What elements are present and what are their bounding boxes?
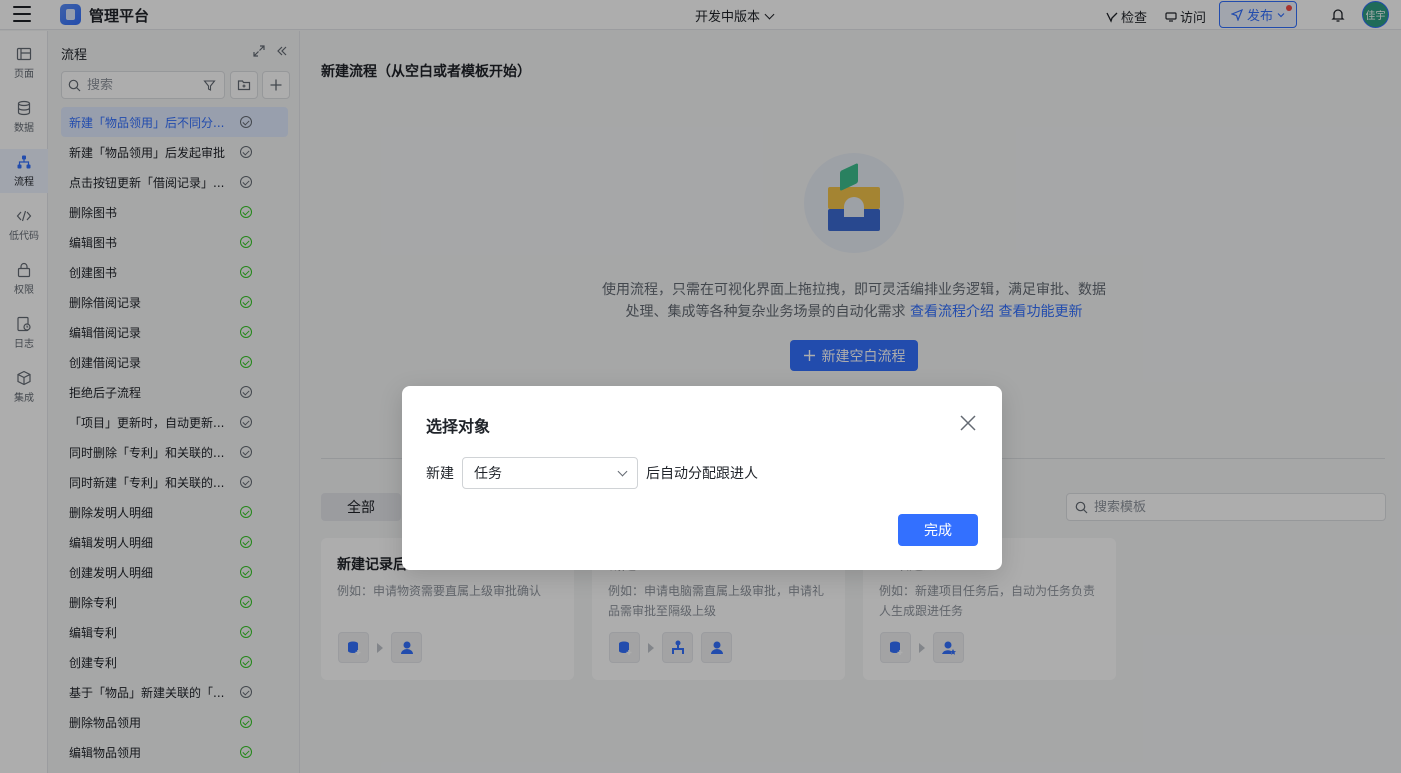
chevron-down-icon (617, 466, 628, 476)
prefix-label: 新建 (426, 466, 454, 482)
done-button[interactable]: 完成 (898, 514, 978, 546)
dialog-row: 新建 任务 后自动分配跟进人 (426, 457, 758, 489)
close-icon[interactable] (958, 413, 978, 433)
object-select[interactable]: 任务 (462, 457, 638, 489)
select-object-dialog: 选择对象 新建 任务 后自动分配跟进人 完成 (402, 386, 1002, 570)
object-select-value: 任务 (474, 466, 502, 482)
dialog-title: 选择对象 (426, 417, 491, 436)
suffix-label: 后自动分配跟进人 (646, 466, 758, 482)
